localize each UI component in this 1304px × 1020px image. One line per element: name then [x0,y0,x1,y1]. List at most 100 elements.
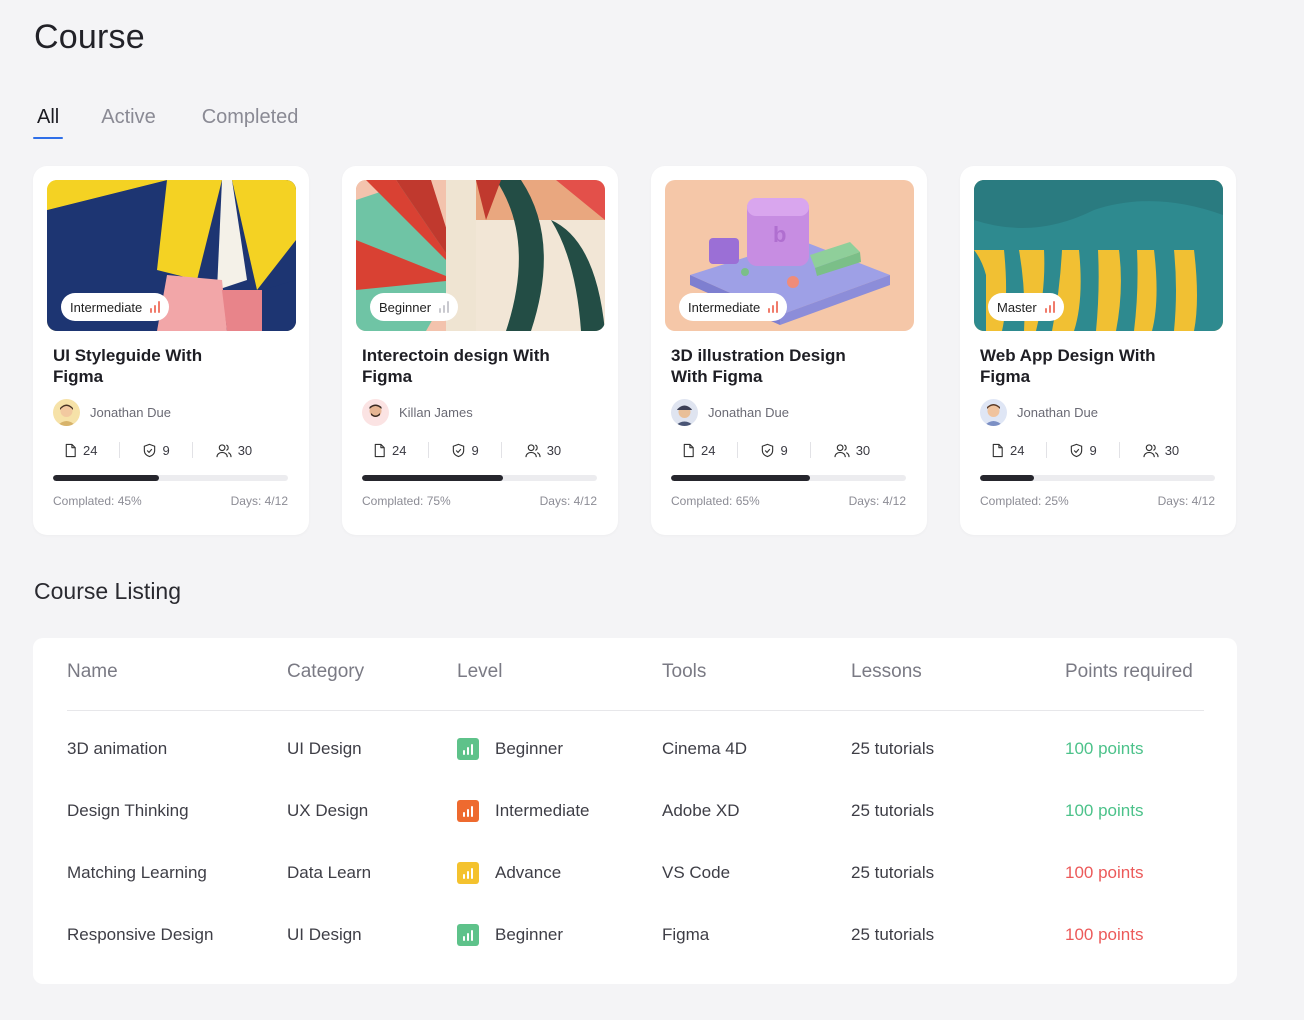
level-badge-label: Beginner [379,299,432,315]
course-tools: Figma [662,925,710,944]
column-header-tools[interactable]: Tools [662,661,706,683]
course-card[interactable]: Master Web App Design With Figma Jonatha… [960,166,1236,535]
table-row[interactable]: Matching Learning Data Learn Advance VS … [67,862,1204,892]
files-count: 24 [83,442,98,458]
bar-chart-icon [768,301,779,313]
divider [737,442,739,458]
course-category: UX Design [287,801,369,820]
tab-active[interactable]: Active [101,106,155,139]
course-level: Intermediate [457,800,590,822]
file-icon [992,443,1003,457]
avatar [980,399,1007,426]
course-thumbnail: Master [974,180,1223,331]
avatar [53,399,80,426]
progress-label: Complated: 65% [671,494,760,508]
progress-info: Complated: 45% Days: 4/12 [53,494,288,508]
course-name: Responsive Design [67,925,214,944]
badges-stat: 9 [142,442,170,458]
avatar [671,399,698,426]
level-label: Intermediate [495,801,590,820]
divider [428,442,430,458]
table-row[interactable]: Responsive Design UI Design Beginner Fig… [67,924,1204,954]
days-label: Days: 4/12 [848,494,906,508]
level-badge: Beginner [370,293,459,321]
students-stat: 30 [524,443,561,458]
bar-chart-icon [150,301,161,313]
files-count: 24 [701,442,716,458]
level-label: Beginner [495,739,564,758]
table-header: Name Category Level Tools Lessons Points… [67,661,1204,711]
column-header-level[interactable]: Level [457,661,502,683]
progress-fill [671,475,810,481]
svg-text:b: b [773,222,786,247]
badges-stat: 9 [451,443,479,458]
course-category: UI Design [287,925,362,944]
level-bars-icon [457,800,479,822]
course-title[interactable]: Interectoin design With Figma [362,345,562,387]
users-icon [1143,443,1159,457]
course-card[interactable]: Intermediate UI Styleguide With Figma Jo… [33,166,309,535]
course-tools: VS Code [662,863,731,882]
divider [119,442,121,458]
column-header-category[interactable]: Category [287,661,364,683]
avatar-face-icon [57,404,76,426]
level-badge-label: Intermediate [688,299,761,315]
students-stat: 30 [1142,443,1179,458]
progress-info: Complated: 75% Days: 4/12 [362,494,597,508]
avatar-face-icon [369,404,382,417]
tab-all[interactable]: All [32,106,64,139]
students-count: 30 [1164,442,1180,458]
divider [1046,442,1048,458]
shield-check-icon [453,443,465,457]
points-required: 100 points [1065,863,1144,882]
column-header-name[interactable]: Name [67,661,118,683]
level-label: Beginner [495,925,564,944]
level-label: Advance [495,863,562,882]
course-category: Data Learn [287,863,372,882]
progress-label: Complated: 75% [362,494,451,508]
author-name[interactable]: Jonathan Due [90,405,171,420]
course-thumbnail: b Intermediate [665,180,914,331]
divider [500,442,502,458]
days-label: Days: 4/12 [1157,494,1215,508]
course-listing-title: Course Listing [34,578,182,604]
badges-stat: 9 [760,443,788,458]
author-name[interactable]: Jonathan Due [1017,405,1098,420]
files-count: 24 [392,442,407,458]
points-required: 100 points [1065,925,1144,944]
column-header-points[interactable]: Points required [1065,661,1193,683]
course-lessons: 25 tutorials [851,739,935,758]
course-level: Advance [457,862,561,884]
course-level: Beginner [457,738,563,760]
author-name[interactable]: Killan James [399,405,473,420]
days-label: Days: 4/12 [539,494,597,508]
level-badge: Intermediate [679,293,788,321]
badges-count: 9 [162,442,170,458]
students-count: 30 [546,442,562,458]
column-header-lessons[interactable]: Lessons [851,661,922,683]
course-author: Jonathan Due [980,399,1222,426]
avatar [362,399,389,426]
files-stat: 24 [681,443,715,458]
course-title[interactable]: Web App Design With Figma [980,345,1180,387]
file-icon [374,443,385,457]
course-tabs: All Active Completed [32,106,299,139]
course-card[interactable]: b Intermediate 3D illustration Design Wi… [651,166,927,535]
course-title[interactable]: UI Styleguide With Figma [53,345,253,387]
course-name: 3D animation [67,739,168,758]
bar-chart-icon [439,301,450,313]
course-name: Matching Learning [67,863,207,882]
avatar-face-icon [984,404,1003,426]
progress-bar [53,475,288,481]
course-card[interactable]: Beginner Interectoin design With Figma K… [342,166,618,535]
files-stat: 24 [990,443,1024,458]
table-row[interactable]: Design Thinking UX Design Intermediate A… [67,800,1204,830]
students-count: 30 [855,442,871,458]
level-badge: Intermediate [61,293,170,321]
author-name[interactable]: Jonathan Due [708,405,789,420]
table-row[interactable]: 3D animation UI Design Beginner Cinema 4… [67,738,1204,768]
course-title[interactable]: 3D illustration Design With Figma [671,345,871,387]
tab-completed[interactable]: Completed [202,106,299,139]
course-stats: 24 9 30 [53,440,295,460]
course-tools: Cinema 4D [662,739,748,758]
